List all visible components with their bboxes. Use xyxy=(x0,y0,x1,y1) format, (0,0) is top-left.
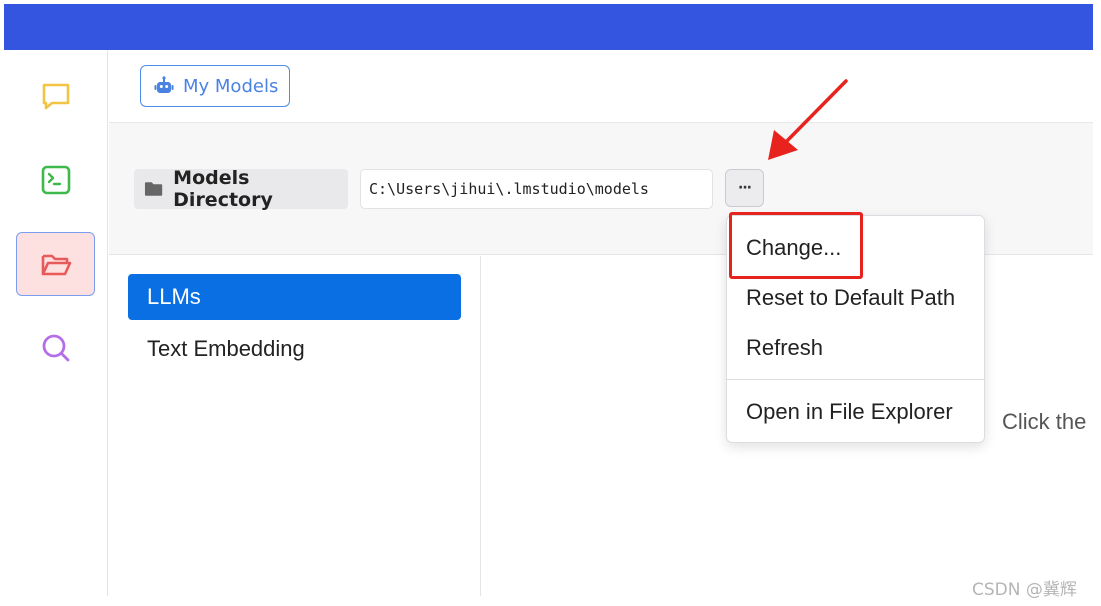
menu-divider xyxy=(727,379,984,380)
models-directory-text: Models Directory xyxy=(173,167,273,211)
watermark: CSDN @冀辉 xyxy=(972,580,1077,600)
annotation-arrow-icon xyxy=(768,79,848,160)
robot-icon xyxy=(154,76,174,93)
category-list: LLMs Text Embedding xyxy=(109,256,481,596)
chat-icon xyxy=(42,83,69,110)
sidebar-item-models[interactable] xyxy=(16,232,95,296)
menu-item-reset-default-path[interactable]: Reset to Default Path xyxy=(727,276,984,320)
folder-icon xyxy=(144,182,163,196)
top-bar xyxy=(4,4,1093,50)
sidebar-item-chat[interactable] xyxy=(16,64,95,128)
sidebar-item-terminal[interactable] xyxy=(16,148,95,212)
toolbar: My Models xyxy=(109,50,1093,123)
category-item-text-embedding[interactable]: Text Embedding xyxy=(128,326,461,372)
search-icon xyxy=(42,334,69,362)
more-options-button[interactable]: ··· xyxy=(725,169,764,207)
models-directory-path[interactable]: C:\Users\jihui\.lmstudio\models xyxy=(360,169,713,209)
category-item-llms[interactable]: LLMs xyxy=(128,274,461,320)
terminal-icon xyxy=(41,165,70,195)
models-directory-label: Models Directory xyxy=(134,167,348,211)
empty-state-hint: Click the xyxy=(1002,409,1087,434)
folder-icon xyxy=(41,254,71,276)
my-models-label: My Models xyxy=(183,75,279,97)
my-models-button[interactable]: My Models xyxy=(140,65,290,107)
sidebar-item-search[interactable] xyxy=(16,316,95,380)
menu-item-refresh[interactable]: Refresh xyxy=(727,326,984,370)
menu-item-open-file-explorer[interactable]: Open in File Explorer xyxy=(727,390,984,434)
sidebar xyxy=(4,50,108,596)
annotation-highlight-box xyxy=(729,212,863,279)
